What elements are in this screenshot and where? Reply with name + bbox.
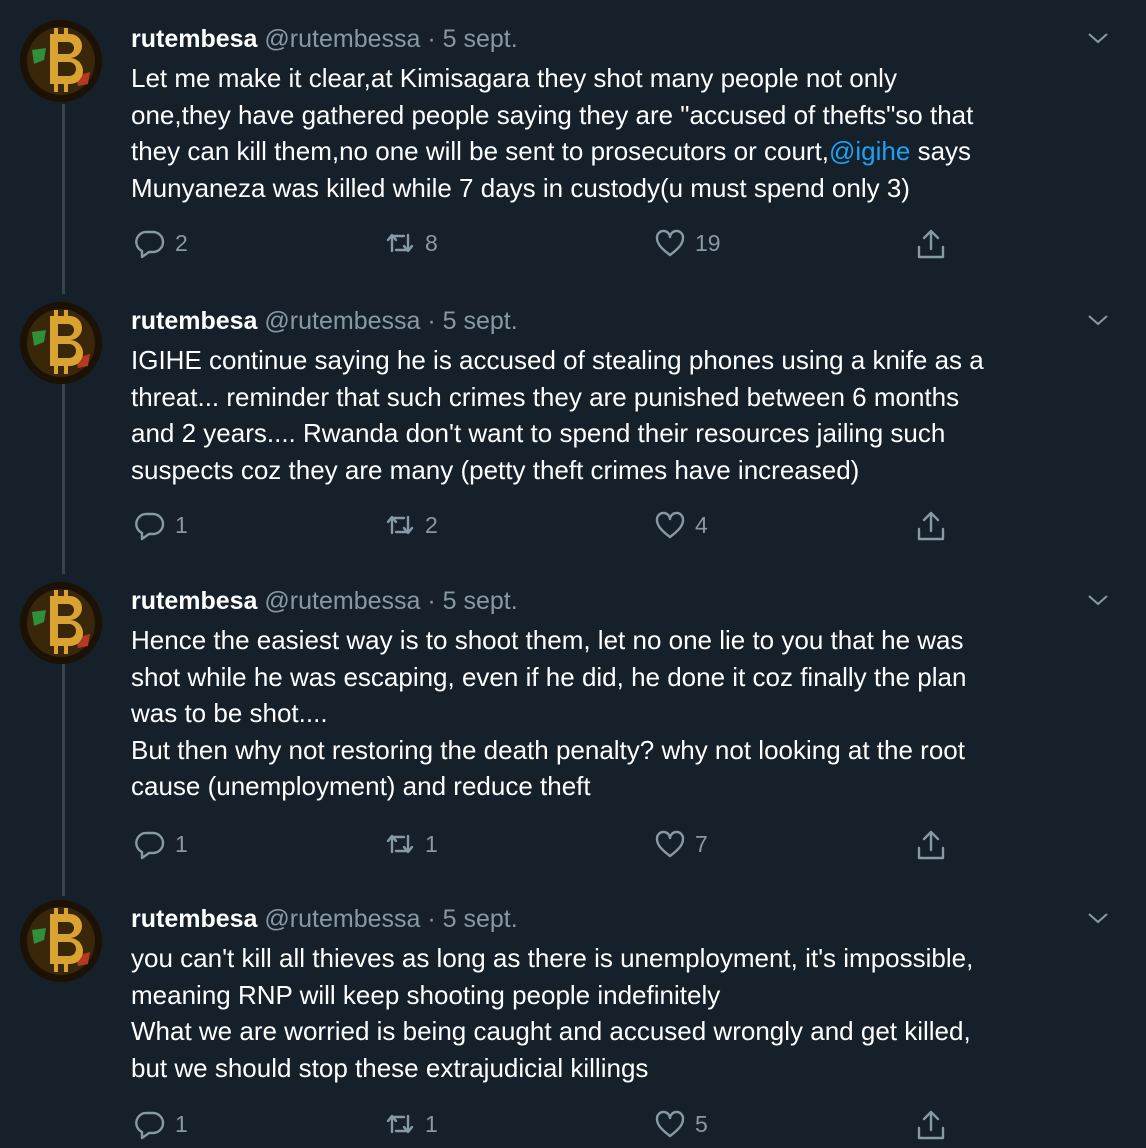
separator: · [427, 587, 436, 615]
avatar[interactable] [20, 582, 102, 664]
separator: · [427, 307, 436, 335]
author-handle[interactable]: @rutembessa [264, 905, 420, 933]
retweet-icon [386, 233, 414, 253]
like-button[interactable]: 7 [654, 824, 708, 864]
tweet-text: you can't kill all thieves as long as th… [131, 940, 1121, 1086]
chevron-down-icon[interactable] [1086, 590, 1110, 610]
tweet-date[interactable]: 5 sept. [443, 307, 518, 335]
reply-bubble-icon [135, 512, 165, 541]
avatar[interactable] [20, 900, 102, 982]
tweet-actions: 1 1 5 [0, 1104, 1146, 1144]
tweet-header: rutembesa @rutembessa · 5 sept. [131, 24, 518, 54]
author-name[interactable]: rutembesa [131, 25, 257, 53]
separator: · [427, 25, 436, 53]
avatar[interactable] [20, 20, 102, 102]
chevron-down-icon[interactable] [1086, 908, 1110, 928]
reply-button[interactable]: 1 [134, 505, 188, 545]
like-count: 5 [695, 1110, 708, 1137]
mention-link[interactable]: @igihe [829, 136, 910, 166]
like-button[interactable]: 5 [654, 1104, 708, 1144]
tweet-thread: rutembesa @rutembessa · 5 sept. Let me m… [0, 0, 1146, 1148]
bitcoin-logo-icon [20, 900, 102, 982]
author-handle[interactable]: @rutembessa [264, 587, 420, 615]
reply-count: 2 [175, 229, 188, 256]
like-count: 4 [695, 511, 708, 538]
tweet-actions: 1 2 4 [0, 505, 1146, 545]
bitcoin-logo-icon [20, 20, 102, 102]
tweet-actions: 2 8 19 [0, 223, 1146, 263]
tweet-date[interactable]: 5 sept. [443, 587, 518, 615]
share-icon[interactable] [914, 227, 948, 261]
tweet-text-part: Hence the easiest way is to shoot them, … [131, 625, 967, 801]
retweet-count: 1 [425, 830, 438, 857]
reply-bubble-icon [135, 230, 165, 259]
tweet-text: IGIHE continue saying he is accused of s… [131, 342, 1121, 488]
thread-connector [62, 104, 65, 294]
avatar[interactable] [20, 302, 102, 384]
like-button[interactable]: 19 [654, 223, 721, 263]
author-name[interactable]: rutembesa [131, 587, 257, 615]
tweet-header: rutembesa @rutembessa · 5 sept. [131, 306, 518, 336]
retweet-button[interactable]: 2 [384, 505, 438, 545]
author-handle[interactable]: @rutembessa [264, 25, 420, 53]
bitcoin-logo-icon [20, 582, 102, 664]
reply-count: 1 [175, 1110, 188, 1137]
tweet-text: Let me make it clear,at Kimisagara they … [131, 60, 1121, 206]
tweet-text-part: IGIHE continue saying he is accused of s… [131, 345, 984, 485]
tweet-text-part: you can't kill all thieves as long as th… [131, 943, 974, 1083]
like-count: 7 [695, 830, 708, 857]
retweet-icon [386, 515, 414, 535]
heart-icon [655, 229, 685, 257]
bitcoin-logo-icon [20, 302, 102, 384]
author-handle[interactable]: @rutembessa [264, 307, 420, 335]
reply-count: 1 [175, 830, 188, 857]
author-name[interactable]: rutembesa [131, 905, 257, 933]
tweet-header: rutembesa @rutembessa · 5 sept. [131, 586, 518, 616]
share-icon[interactable] [914, 828, 948, 862]
retweet-count: 1 [425, 1110, 438, 1137]
like-count: 19 [695, 229, 721, 256]
retweet-button[interactable]: 1 [384, 1104, 438, 1144]
share-icon[interactable] [914, 1108, 948, 1142]
heart-icon [655, 511, 685, 539]
reply-button[interactable]: 1 [134, 1104, 188, 1144]
tweet-header: rutembesa @rutembessa · 5 sept. [131, 904, 518, 934]
author-name[interactable]: rutembesa [131, 307, 257, 335]
retweet-count: 2 [425, 511, 438, 538]
tweet-text: Hence the easiest way is to shoot them, … [131, 622, 1121, 805]
heart-icon [655, 830, 685, 858]
thread-connector [62, 384, 65, 574]
retweet-button[interactable]: 1 [384, 824, 438, 864]
reply-bubble-icon [135, 1111, 165, 1140]
share-icon[interactable] [914, 509, 948, 543]
heart-icon [655, 1110, 685, 1138]
reply-bubble-icon [135, 831, 165, 860]
chevron-down-icon[interactable] [1086, 28, 1110, 48]
like-button[interactable]: 4 [654, 505, 708, 545]
reply-button[interactable]: 2 [134, 223, 188, 263]
retweet-button[interactable]: 8 [384, 223, 438, 263]
tweet-date[interactable]: 5 sept. [443, 905, 518, 933]
retweet-icon [386, 1114, 414, 1134]
reply-count: 1 [175, 511, 188, 538]
chevron-down-icon[interactable] [1086, 310, 1110, 330]
tweet-date[interactable]: 5 sept. [443, 25, 518, 53]
retweet-count: 8 [425, 229, 438, 256]
retweet-icon [386, 834, 414, 854]
separator: · [427, 905, 436, 933]
tweet-actions: 1 1 7 [0, 824, 1146, 864]
reply-button[interactable]: 1 [134, 824, 188, 864]
